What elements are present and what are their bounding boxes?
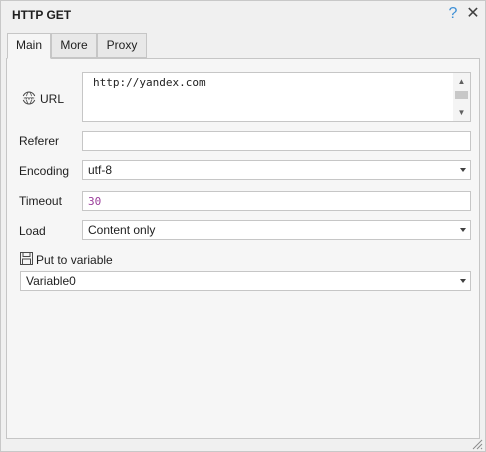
encoding-dropdown[interactable]: utf-8 bbox=[82, 160, 471, 180]
close-button[interactable]: ✕ bbox=[465, 4, 481, 24]
variable-dropdown[interactable]: Variable0 bbox=[20, 271, 471, 291]
timeout-label: Timeout bbox=[19, 194, 62, 208]
url-value[interactable]: http://yandex.com bbox=[93, 76, 206, 89]
dialog-title: HTTP GET bbox=[12, 8, 72, 22]
referer-label: Referer bbox=[19, 134, 60, 148]
load-value: Content only bbox=[88, 223, 156, 237]
scroll-thumb[interactable] bbox=[455, 91, 468, 99]
encoding-value: utf-8 bbox=[88, 163, 113, 177]
svg-text:www: www bbox=[24, 96, 35, 101]
url-scrollbar[interactable]: ▲ ▼ bbox=[453, 73, 470, 121]
chevron-down-icon[interactable] bbox=[460, 168, 466, 172]
referer-input[interactable] bbox=[82, 131, 471, 151]
chevron-down-icon[interactable] bbox=[460, 279, 466, 283]
variable-value: Variable0 bbox=[26, 274, 76, 288]
timeout-value: 30 bbox=[88, 195, 102, 208]
tab-proxy[interactable]: Proxy bbox=[97, 33, 147, 58]
timeout-input[interactable]: 30 bbox=[82, 191, 471, 211]
url-label: URL bbox=[40, 92, 65, 106]
encoding-label: Encoding bbox=[19, 164, 70, 178]
save-icon bbox=[20, 252, 33, 265]
scroll-down-arrow-icon[interactable]: ▼ bbox=[453, 106, 470, 120]
load-label: Load bbox=[19, 224, 46, 238]
tab-more[interactable]: More bbox=[51, 33, 97, 58]
title-bar[interactable]: HTTP GET ? ✕ bbox=[1, 1, 485, 29]
resize-grip-icon[interactable] bbox=[471, 438, 483, 450]
http-get-dialog: HTTP GET ? ✕ Main More Proxy www URL htt… bbox=[0, 0, 486, 452]
globe-icon: www bbox=[22, 91, 36, 105]
tab-main[interactable]: Main bbox=[7, 33, 51, 59]
chevron-down-icon[interactable] bbox=[460, 228, 466, 232]
put-to-variable-label: Put to variable bbox=[36, 253, 113, 267]
url-input[interactable]: http://yandex.com ▲ ▼ bbox=[82, 72, 471, 122]
load-dropdown[interactable]: Content only bbox=[82, 220, 471, 240]
help-button[interactable]: ? bbox=[445, 4, 461, 24]
scroll-up-arrow-icon[interactable]: ▲ bbox=[453, 75, 470, 89]
